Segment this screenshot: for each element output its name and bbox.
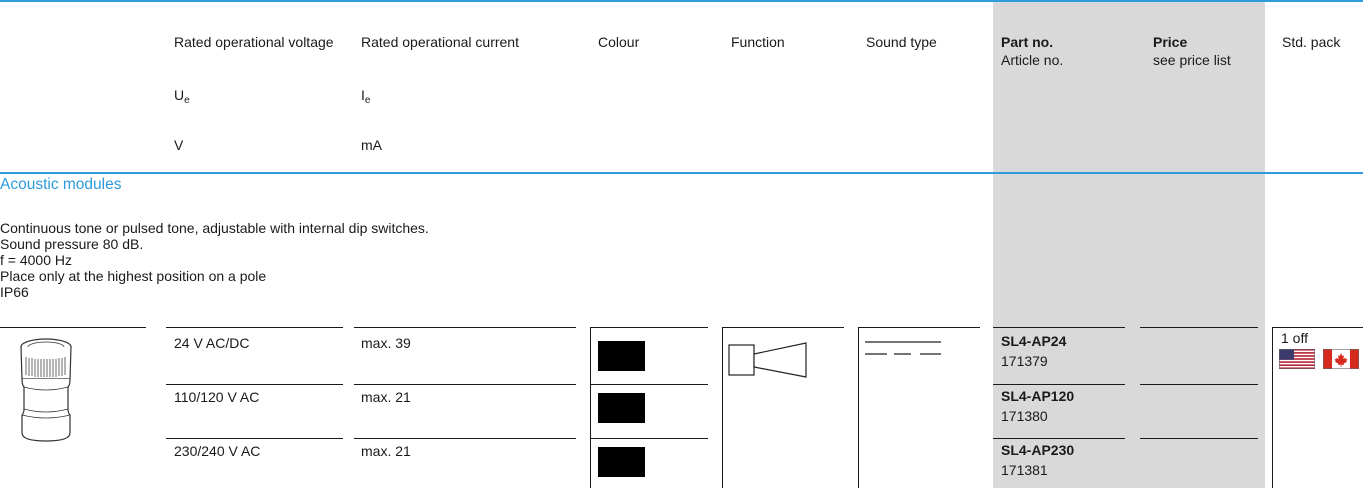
description-line: f = 4000 Hz: [0, 252, 72, 268]
colour-header: Colour: [598, 34, 640, 50]
section-title: Acoustic modules: [0, 176, 122, 193]
row-rule: [590, 327, 708, 328]
row-voltage: 110/120 V AC: [174, 389, 260, 405]
section-description: Continuous tone or pulsed tone, adjustab…: [0, 220, 429, 300]
voltage-header-label: Rated operational voltage: [174, 34, 334, 50]
top-rule: [0, 0, 1363, 2]
row-rule: [993, 327, 1125, 328]
row-rule: [166, 438, 343, 439]
partno-header: Part no. Article no.: [1001, 33, 1063, 69]
row-rule: [590, 438, 708, 439]
row-rule: [354, 327, 576, 328]
row-rule: [1140, 438, 1258, 439]
voltage-symbol: Ue: [174, 87, 190, 106]
article-header-label: Article no.: [1001, 52, 1064, 68]
pulsed-tone-sound-icon: [865, 341, 941, 355]
price-header: Price see price list: [1153, 33, 1231, 69]
row-rule: [993, 438, 1125, 439]
article-number: 171379: [1001, 353, 1048, 369]
cell-border: [590, 327, 591, 488]
voltage-unit: V: [174, 137, 184, 153]
row-voltage: 24 V AC/DC: [174, 335, 250, 351]
row-voltage: 230/240 V AC: [174, 443, 261, 459]
us-flag-icon: [1279, 349, 1315, 369]
acoustic-module-product-icon: [20, 338, 72, 442]
part-number: SL4-AP120: [1001, 388, 1075, 404]
article-number: 171381: [1001, 462, 1048, 478]
price-header-label: Price: [1153, 34, 1188, 50]
row-rule: [993, 384, 1125, 385]
row-rule: [590, 384, 708, 385]
row-rule: [354, 384, 576, 385]
description-line: Continuous tone or pulsed tone, adjustab…: [0, 220, 429, 236]
section-rule: [0, 172, 1363, 174]
colour-swatch: [598, 341, 645, 371]
std-pack-value: 1 off: [1281, 330, 1308, 346]
part-number: SL4-AP24: [1001, 333, 1067, 349]
description-line: Place only at the highest position on a …: [0, 268, 267, 284]
partno-header-label: Part no.: [1001, 34, 1054, 50]
sound-type-header: Sound type: [866, 34, 937, 50]
row-rule: [354, 438, 576, 439]
colour-swatch: [598, 447, 645, 477]
voltage-header: Rated operational voltage: [174, 33, 344, 51]
row-rule: [0, 327, 146, 328]
row-rule: [166, 384, 343, 385]
function-header: Function: [731, 34, 785, 50]
price-header-sub: see price list: [1153, 52, 1231, 68]
row-rule: [858, 327, 980, 328]
description-line: IP66: [0, 284, 29, 300]
cell-border: [722, 327, 723, 488]
current-header: Rated operational current: [361, 34, 519, 50]
row-rule: [1140, 327, 1258, 328]
current-unit: mA: [361, 137, 382, 153]
row-rule: [1272, 327, 1363, 328]
article-number: 171380: [1001, 408, 1048, 424]
current-symbol: Ie: [361, 87, 371, 106]
description-line: Sound pressure 80 dB.: [0, 236, 144, 252]
stdpack-header: Std. pack: [1282, 34, 1341, 50]
row-partno: SL4-AP230 171381: [1001, 440, 1074, 480]
canada-flag-icon: [1323, 349, 1359, 369]
row-rule: [1140, 384, 1258, 385]
row-partno: SL4-AP120 171380: [1001, 386, 1074, 426]
row-partno: SL4-AP24 171379: [1001, 331, 1066, 371]
colour-swatch: [598, 393, 645, 423]
row-rule: [166, 327, 343, 328]
cell-border: [1272, 327, 1273, 488]
row-rule: [722, 327, 844, 328]
horn-function-icon: [728, 342, 807, 378]
cell-border: [858, 327, 859, 488]
row-current: max. 39: [361, 335, 411, 351]
row-current: max. 21: [361, 389, 411, 405]
row-current: max. 21: [361, 443, 411, 459]
part-number: SL4-AP230: [1001, 442, 1075, 458]
